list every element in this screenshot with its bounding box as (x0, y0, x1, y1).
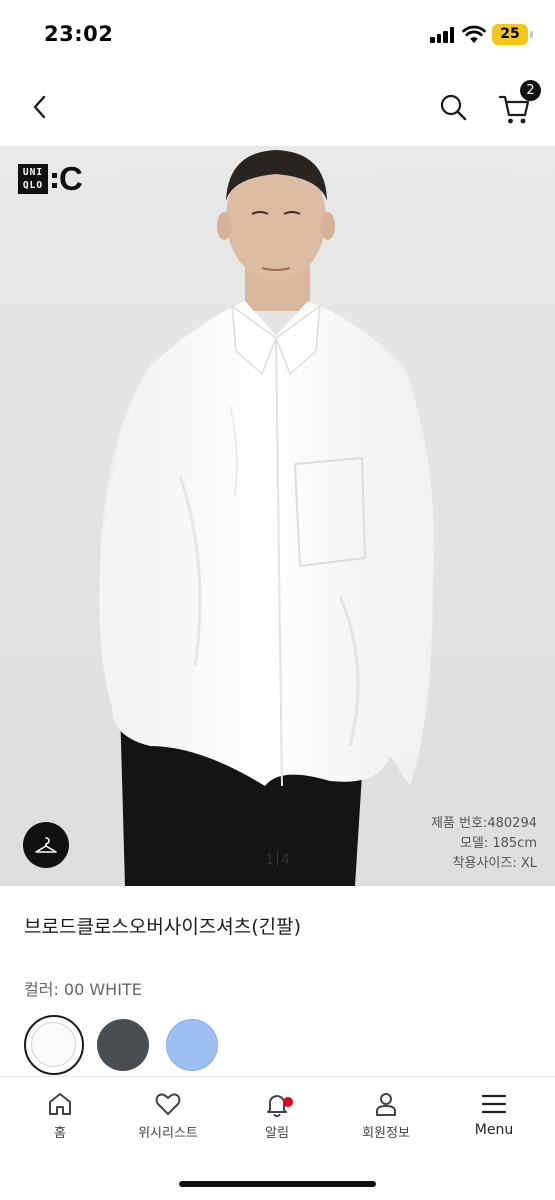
uniqlo-logo-box: UNI QLO (18, 164, 48, 194)
page-separator (277, 850, 278, 866)
menu-icon (481, 1094, 507, 1114)
wifi-icon (462, 25, 486, 43)
tab-menu-label: Menu (474, 1122, 514, 1138)
status-bar: 23:02 25 (0, 0, 555, 70)
tab-notifications[interactable]: 알림 (227, 1089, 327, 1149)
tab-home[interactable]: 홈 (10, 1089, 110, 1149)
signal-icon (430, 27, 456, 43)
chevron-left-icon (33, 95, 46, 119)
battery-icon: 25 (492, 24, 528, 45)
tab-home-label: 홈 (54, 1126, 66, 1141)
search-icon (440, 94, 467, 121)
model-photo (0, 146, 555, 886)
top-nav: 2 (0, 70, 555, 146)
tab-wishlist-label: 위시리스트 (138, 1126, 198, 1141)
tab-wishlist[interactable]: 위시리스트 (118, 1089, 218, 1149)
swatch-white-fill (31, 1022, 76, 1067)
model-height: 모델: 185cm (459, 836, 537, 851)
heart-icon (155, 1093, 181, 1115)
cart-button[interactable]: 2 (497, 80, 543, 126)
model-size: 착용사이즈: XL (452, 856, 537, 871)
logo-colon-bottom (52, 183, 57, 188)
page-total: 4 (281, 852, 290, 868)
page-current: 1 (265, 852, 274, 868)
tab-profile-label: 회원정보 (362, 1126, 410, 1141)
tab-notifications-label: 알림 (265, 1126, 289, 1141)
back-button[interactable] (26, 90, 56, 124)
home-indicator (179, 1181, 376, 1187)
swatch-dark-gray[interactable] (97, 1019, 149, 1071)
product-title: 브로드클로스오버사이즈셔츠(긴팔) (24, 916, 302, 938)
user-icon (376, 1093, 396, 1116)
status-time: 23:02 (44, 22, 114, 46)
tab-profile[interactable]: 회원정보 (336, 1089, 436, 1149)
color-label: 컬러: 00 WHITE (24, 980, 142, 999)
swatch-light-blue[interactable] (166, 1019, 218, 1071)
product-image[interactable]: UNI QLO C 14 제품 번호:480294 모델: 185cm 착용사이즈… (0, 146, 555, 886)
home-icon (49, 1093, 71, 1115)
logo-colon-top (52, 173, 57, 178)
battery-cap (530, 31, 533, 38)
tab-menu[interactable]: Menu (444, 1089, 544, 1149)
cart-count-badge: 2 (520, 80, 541, 101)
swatch-white[interactable] (24, 1015, 84, 1075)
product-info-overlay: 제품 번호:480294 모델: 185cm 착용사이즈: XL (431, 814, 537, 874)
logo-c-letter: C (59, 160, 83, 197)
notification-dot (283, 1097, 293, 1107)
color-swatches (24, 1015, 324, 1075)
product-number: 제품 번호:480294 (431, 816, 537, 831)
search-button[interactable] (438, 90, 470, 124)
